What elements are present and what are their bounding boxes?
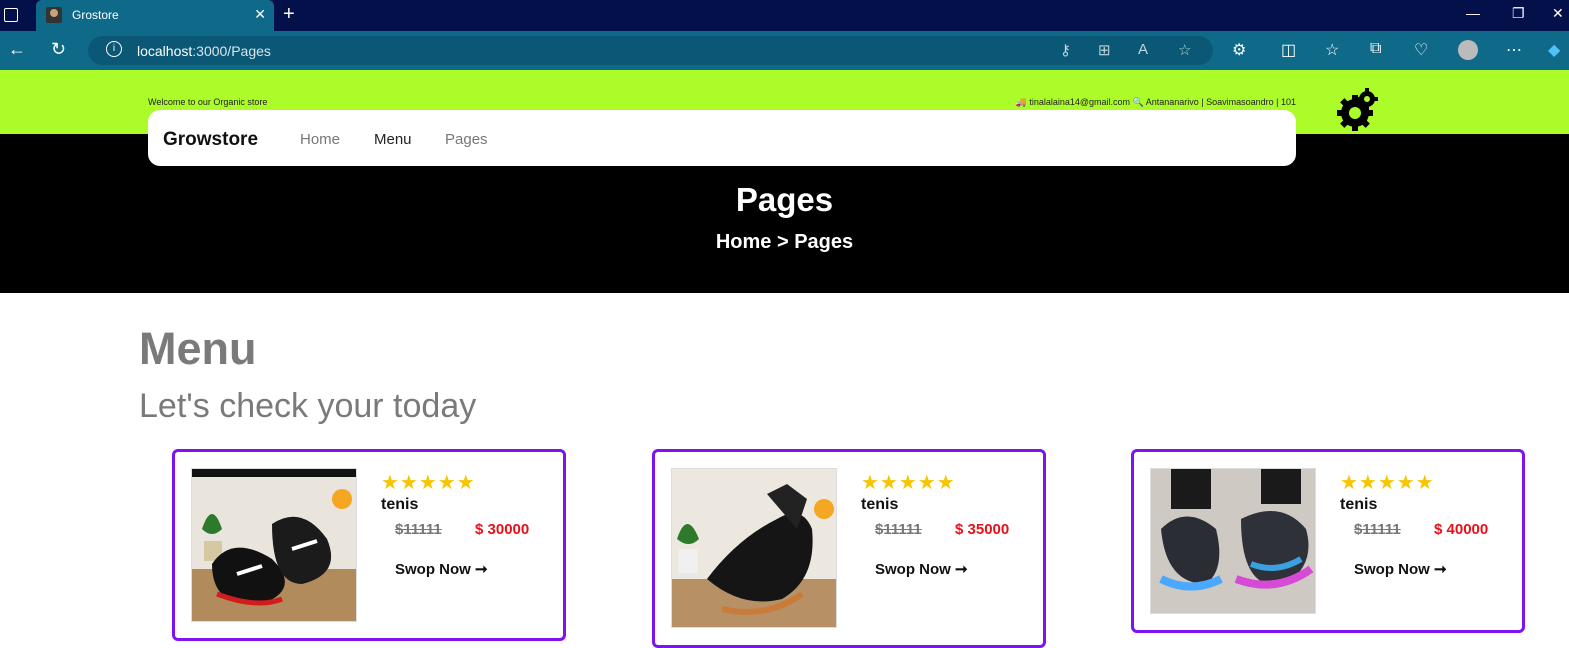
- back-icon[interactable]: ←: [8, 39, 26, 60]
- old-price: $11111: [875, 521, 922, 538]
- health-icon[interactable]: ♡: [1414, 40, 1428, 60]
- old-price: $11111: [395, 521, 442, 538]
- main-navbar: Growstore Home Menu Pages: [148, 110, 1296, 166]
- contact-info: 🚚 tinalalaina14@gmail.com 🔍 Antananarivo…: [1015, 97, 1296, 107]
- settings-gear-icon[interactable]: [1333, 87, 1381, 135]
- product-price: $ 30000: [475, 521, 530, 538]
- product-image: [191, 468, 357, 622]
- tab-title: Grostore: [72, 8, 119, 22]
- shop-now-button[interactable]: Swop Now ➞: [1354, 560, 1447, 578]
- section-title: Menu: [139, 323, 257, 374]
- copilot-icon[interactable]: ◆: [1548, 40, 1560, 60]
- browser-tab[interactable]: Grostore ✕: [36, 0, 274, 31]
- nav-pages[interactable]: Pages: [445, 131, 488, 148]
- url-text: localhost:3000/Pages: [137, 43, 271, 59]
- product-name: tenis: [1340, 496, 1378, 513]
- site-info-icon[interactable]: i: [106, 41, 122, 57]
- more-icon[interactable]: ⋯: [1506, 40, 1522, 60]
- favicon-icon: [46, 7, 62, 23]
- rating-stars: ★★★★★: [861, 472, 956, 494]
- rating-stars: ★★★★★: [1340, 472, 1435, 494]
- apps-icon[interactable]: ⊞: [1098, 41, 1111, 59]
- browser-toolbar: ← ↻ i localhost:3000/Pages ⚷ ⊞ A ☆ ⚙ ◫ ☆…: [0, 31, 1569, 70]
- product-name: tenis: [861, 496, 899, 513]
- extensions-icon[interactable]: ⚙: [1232, 40, 1246, 60]
- brand-logo[interactable]: Growstore: [163, 129, 258, 151]
- product-image: [1150, 468, 1316, 614]
- nav-home[interactable]: Home: [300, 131, 340, 148]
- breadcrumb-current: Pages: [794, 231, 854, 253]
- section-subtitle: Let's check your today: [139, 387, 477, 425]
- nav-menu[interactable]: Menu: [374, 131, 412, 148]
- favorites-icon[interactable]: ☆: [1325, 40, 1339, 60]
- close-tab-icon[interactable]: ✕: [254, 6, 266, 23]
- product-card: ★★★★★ tenis $11111 $ 40000 Swop Now ➞: [1131, 449, 1525, 633]
- product-card: ★★★★★ tenis $11111 $ 35000 Swop Now ➞: [652, 449, 1046, 648]
- tab-actions-icon[interactable]: [4, 8, 18, 22]
- browser-titlebar: Grostore ✕ + — ❐ ✕: [0, 0, 1569, 31]
- collections-icon[interactable]: ⧉: [1370, 40, 1381, 58]
- refresh-icon[interactable]: ↻: [51, 39, 66, 60]
- breadcrumb-separator: >: [776, 231, 789, 253]
- minimize-icon[interactable]: —: [1466, 5, 1480, 21]
- restore-icon[interactable]: ❐: [1512, 5, 1525, 22]
- breadcrumb: Home > Pages: [0, 231, 1569, 254]
- read-aloud-icon[interactable]: A: [1138, 41, 1148, 58]
- profile-avatar[interactable]: [1458, 40, 1478, 60]
- shop-now-button[interactable]: Swop Now ➞: [395, 560, 488, 578]
- page-title: Pages: [735, 181, 834, 218]
- new-tab-icon[interactable]: +: [283, 3, 295, 26]
- close-window-icon[interactable]: ✕: [1552, 5, 1564, 22]
- shop-now-button[interactable]: Swop Now ➞: [875, 560, 968, 578]
- rating-stars: ★★★★★: [381, 472, 476, 494]
- welcome-text: Welcome to our Organic store: [148, 97, 268, 107]
- product-name: tenis: [381, 496, 419, 513]
- old-price: $11111: [1354, 521, 1401, 538]
- breadcrumb-home[interactable]: Home: [716, 231, 772, 253]
- key-icon[interactable]: ⚷: [1060, 41, 1071, 59]
- favorite-star-icon[interactable]: ☆: [1178, 41, 1191, 59]
- product-price: $ 35000: [955, 521, 1010, 538]
- product-card: ★★★★★ tenis $11111 $ 30000 Swop Now ➞: [172, 449, 566, 641]
- product-price: $ 40000: [1434, 521, 1489, 538]
- split-screen-icon[interactable]: ◫: [1281, 40, 1296, 60]
- product-image: [671, 468, 837, 628]
- address-bar[interactable]: i localhost:3000/Pages ⚷ ⊞ A ☆: [88, 36, 1213, 65]
